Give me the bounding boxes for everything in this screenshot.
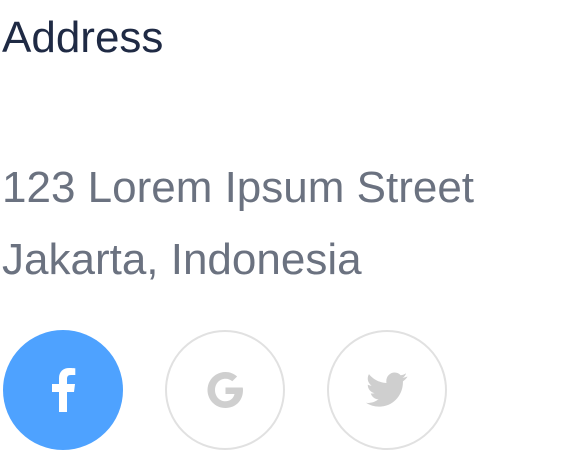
twitter-icon xyxy=(366,372,408,407)
address-text: 123 Lorem Ipsum Street Jakarta, Indonesi… xyxy=(2,152,474,296)
social-links xyxy=(3,330,447,450)
facebook-icon xyxy=(52,368,76,412)
address-heading: Address xyxy=(2,13,164,62)
google-icon xyxy=(207,372,243,408)
google-button[interactable] xyxy=(165,330,285,450)
twitter-button[interactable] xyxy=(327,330,447,450)
facebook-button[interactable] xyxy=(3,330,123,450)
address-line-2: Jakarta, Indonesia xyxy=(2,235,362,284)
address-line-1: 123 Lorem Ipsum Street xyxy=(2,163,475,212)
